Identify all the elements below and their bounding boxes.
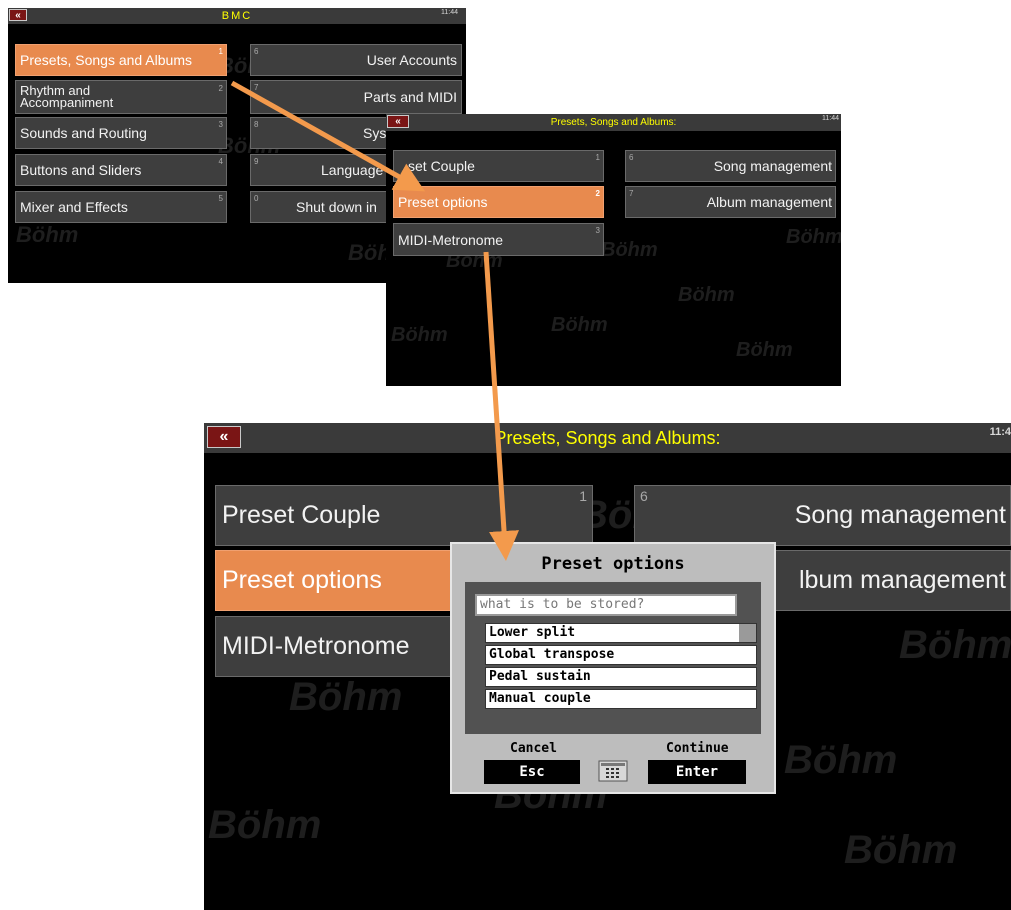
menu-item-preset-options[interactable]: Preset options 2 (393, 186, 604, 218)
dialog-content: what is to be stored? Lower split Global… (465, 582, 761, 734)
menu-item-song-management[interactable]: 6 Song management (634, 485, 1011, 546)
menu-item-label: Preset Couple (222, 501, 381, 529)
esc-button[interactable]: Esc (484, 760, 580, 784)
keyboard-icon[interactable] (598, 760, 628, 782)
watermark: Böhm (899, 623, 1011, 667)
menu-item-number: 5 (218, 194, 223, 203)
watermark: Böhm (601, 239, 658, 261)
menu-item-song-management[interactable]: 6 Song management (625, 150, 836, 182)
menu-item-number: 7 (629, 189, 634, 198)
menu-item-presets-songs-albums[interactable]: Presets, Songs and Albums 1 (15, 44, 227, 76)
menu-item-number: 0 (254, 194, 259, 203)
watermark: Böhm (208, 803, 322, 847)
store-selection-field[interactable]: what is to be stored? (475, 594, 737, 616)
watermark: Böhm (16, 222, 79, 247)
screen-title: Presets, Songs and Albums: (494, 428, 721, 448)
watermark: Böhm (678, 284, 735, 306)
menu-item-number: 6 (640, 488, 648, 504)
cancel-label: Cancel (510, 741, 557, 756)
preset-options-dialog: Preset options what is to be stored? Low… (450, 542, 776, 794)
menu-item-mixer-effects[interactable]: Mixer and Effects 5 (15, 191, 227, 223)
list-item-lower-split[interactable]: Lower split (485, 623, 757, 643)
watermark: Böhm (391, 324, 448, 346)
menu-item-label: Preset options (222, 566, 382, 594)
screen-title: Presets, Songs and Albums: (550, 117, 677, 128)
menu-item-number: 2 (595, 189, 600, 198)
watermark: Böhm (289, 675, 403, 719)
clock: 11:44 (822, 115, 839, 122)
menu-item-sounds-routing[interactable]: Sounds and Routing 3 (15, 117, 227, 149)
list-item-manual-couple[interactable]: Manual couple (485, 689, 757, 709)
preset-option-list: Lower split Global transpose Pedal susta… (485, 623, 757, 711)
menu-item-rhythm-accompaniment[interactable]: Rhythm and Accompaniment 2 (15, 80, 227, 114)
watermark: Böhm (844, 828, 958, 872)
screen-presets-submenu: « Presets, Songs and Albums: 11:44 Böhm … (386, 114, 841, 386)
list-item-label: Lower split (489, 625, 576, 640)
menu-item-label: Shut down in (296, 199, 377, 215)
menu-item-label: MIDI-Metronome (398, 231, 504, 248)
menu-item-label: Parts and MIDI (363, 89, 457, 105)
menu-item-label: Preset options (398, 194, 488, 210)
menu-item-number: 1 (218, 47, 223, 56)
list-item-global-transpose[interactable]: Global transpose (485, 645, 757, 665)
clock: 11:44 (441, 9, 458, 16)
menu-item-number: 8 (254, 120, 259, 129)
menu-item-number: 9 (254, 157, 259, 166)
dialog-title: Preset options (541, 554, 685, 574)
scrollbar-thumb[interactable] (739, 624, 756, 642)
list-item-label: Global transpose (489, 647, 615, 662)
menu-item-number: 4 (218, 157, 223, 166)
menu-item-label: Presets, Songs and Albums (20, 52, 192, 68)
menu-item-number: 1 (579, 488, 587, 504)
enter-button[interactable]: Enter (648, 760, 746, 784)
menu-item-label: set Couple (408, 158, 475, 174)
list-item-label: Manual couple (489, 691, 591, 706)
menu-item-label: User Accounts (366, 52, 457, 68)
menu-item-midi-metronome[interactable]: MIDI-Metronome 3 (393, 223, 604, 256)
watermark: Böhm (736, 339, 793, 361)
watermark: Böhm (786, 226, 841, 248)
menu-item-buttons-sliders[interactable]: Buttons and Sliders 4 (15, 154, 227, 186)
menu-item-number: 3 (218, 120, 223, 129)
menu-item-label: Song management (713, 158, 832, 174)
menu-item-number: 1 (595, 153, 600, 162)
menu-item-label: lbum management (798, 566, 1006, 594)
menu-item-label: Language (321, 162, 384, 178)
menu-item-user-accounts[interactable]: 6 User Accounts (250, 44, 462, 76)
menu-item-number: 2 (218, 84, 223, 93)
menu-item-label: Rhythm and Accompaniment (20, 83, 114, 110)
watermark: Böhm (551, 314, 608, 336)
watermark: Böhm (784, 738, 898, 782)
menu-item-preset-couple[interactable]: set Couple 1 (393, 150, 604, 182)
menu-item-label: Song management (794, 501, 1006, 529)
menu-item-label: Album management (706, 194, 832, 210)
continue-label: Continue (666, 741, 729, 756)
menu-item-number: 6 (629, 153, 634, 162)
screen-title: BMC (221, 10, 253, 22)
menu-item-number: 6 (254, 47, 259, 56)
menu-item-label: Mixer and Effects (20, 199, 128, 215)
list-item-label: Pedal sustain (489, 669, 591, 684)
menu-item-parts-midi[interactable]: 7 Parts and MIDI (250, 80, 462, 114)
menu-item-number: 3 (595, 226, 600, 235)
menu-item-number: 7 (254, 83, 259, 92)
menu-item-label: Sounds and Routing (20, 125, 147, 141)
menu-item-preset-couple[interactable]: Preset Couple 1 (215, 485, 593, 546)
list-item-pedal-sustain[interactable]: Pedal sustain (485, 667, 757, 687)
clock: 11:4 (989, 426, 1011, 438)
menu-item-album-management[interactable]: 7 Album management (625, 186, 836, 218)
menu-item-label: Buttons and Sliders (20, 162, 142, 178)
menu-item-label: MIDI-Metronome (222, 632, 410, 660)
